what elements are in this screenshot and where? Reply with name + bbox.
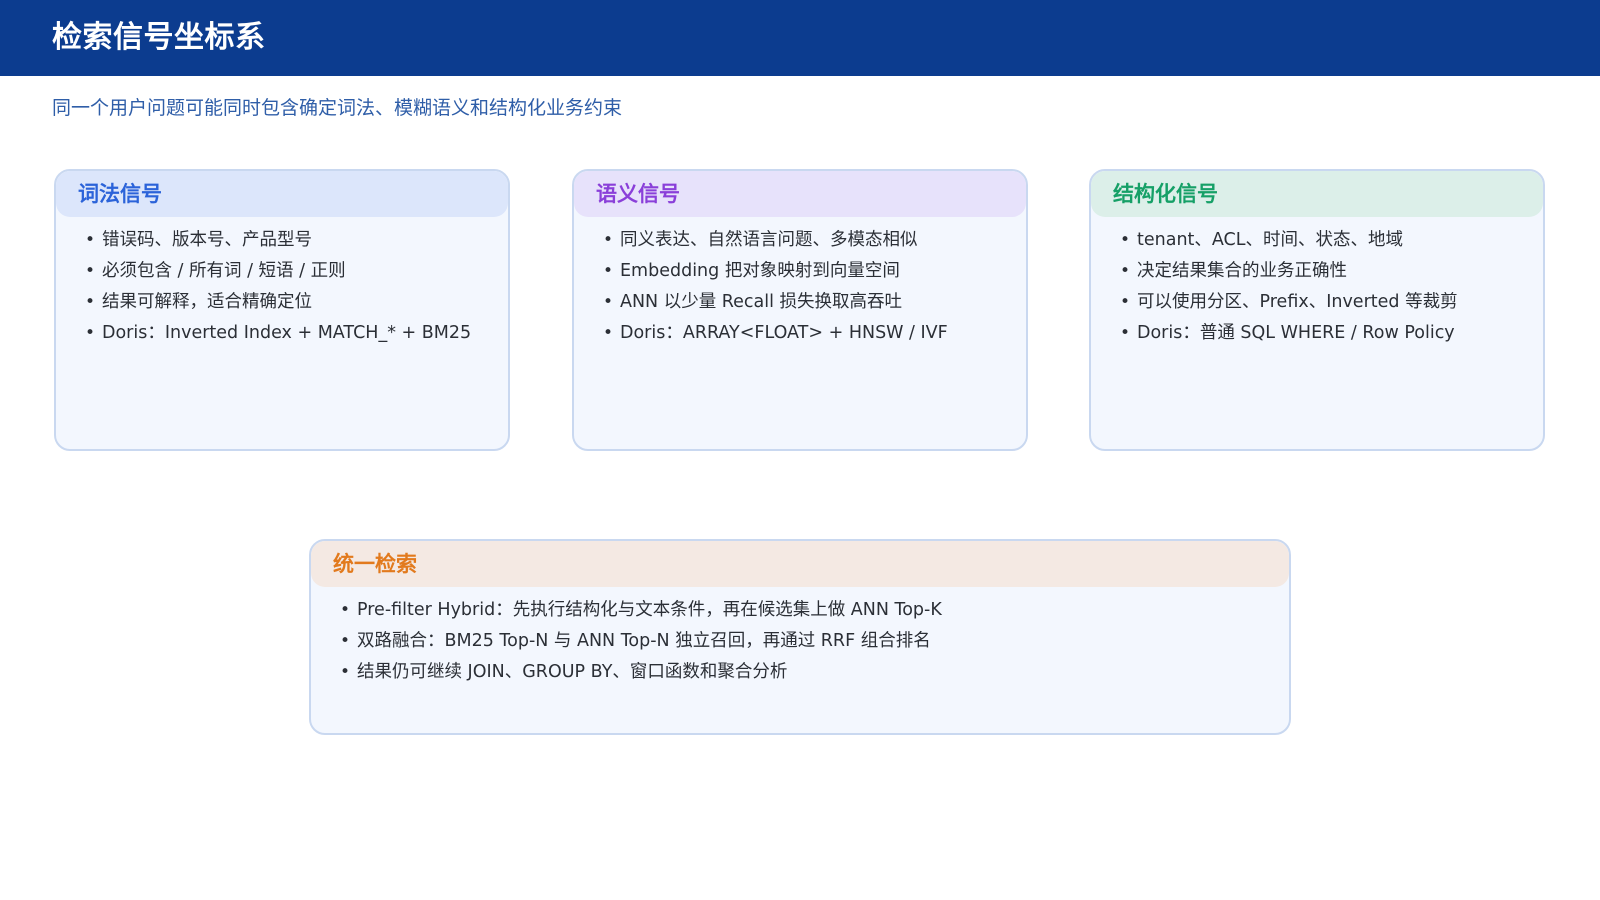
list-item: • 必须包含 / 所有词 / 短语 / 正则	[56, 256, 508, 287]
list-item: • Doris：ARRAY<FLOAT> + HNSW / IVF	[574, 318, 1026, 349]
bullet-icon: •	[1120, 230, 1131, 250]
list-item-text: Doris：ARRAY<FLOAT> + HNSW / IVF	[620, 323, 948, 343]
card-title: 语义信号	[574, 171, 1026, 217]
list-item: • Doris：Inverted Index + MATCH_* + BM25	[56, 318, 508, 349]
card-semantic-signal: 语义信号 • 同义表达、自然语言问题、多模态相似 • Embedding 把对象映射…	[572, 169, 1028, 451]
bullet-icon: •	[340, 631, 351, 651]
bullet-icon: •	[603, 261, 614, 281]
list-item: • Pre-filter Hybrid：先执行结构化与文本条件，再在候选集上做 A…	[311, 595, 1289, 626]
list-item: • tenant、ACL、时间、状态、地域	[1091, 225, 1543, 256]
card-item-list: • tenant、ACL、时间、状态、地域 • 决定结果集合的业务正确性 • 可以使用…	[1091, 217, 1543, 349]
page-title: 检索信号坐标系	[52, 20, 266, 55]
list-item-text: 同义表达、自然语言问题、多模态相似	[620, 230, 918, 250]
bullet-icon: •	[603, 230, 614, 250]
bullet-icon: •	[1120, 323, 1131, 343]
card-structured-signal: 结构化信号 • tenant、ACL、时间、状态、地域 • 决定结果集合的业务正确性…	[1089, 169, 1545, 451]
card-title: 结构化信号	[1091, 171, 1543, 217]
bullet-icon: •	[85, 323, 96, 343]
list-item-text: 结果可解释，适合精确定位	[102, 292, 312, 312]
list-item-text: 错误码、版本号、产品型号	[102, 230, 312, 250]
bullet-icon: •	[85, 261, 96, 281]
list-item: • 双路融合：BM25 Top-N 与 ANN Top-N 独立召回，再通过 RR…	[311, 626, 1289, 657]
header-bar: 检索信号坐标系	[0, 0, 1600, 76]
list-item-text: 结果仍可继续 JOIN、GROUP BY、窗口函数和聚合分析	[357, 662, 788, 682]
bullet-icon: •	[340, 600, 351, 620]
bullet-icon: •	[603, 323, 614, 343]
list-item-text: Doris：普通 SQL WHERE / Row Policy	[1137, 323, 1455, 343]
list-item-text: Pre-filter Hybrid：先执行结构化与文本条件，再在候选集上做 AN…	[357, 600, 942, 620]
list-item: • Doris：普通 SQL WHERE / Row Policy	[1091, 318, 1543, 349]
list-item-text: 决定结果集合的业务正确性	[1137, 261, 1347, 281]
bullet-icon: •	[1120, 292, 1131, 312]
card-title: 词法信号	[56, 171, 508, 217]
list-item-text: 双路融合：BM25 Top-N 与 ANN Top-N 独立召回，再通过 RRF…	[357, 631, 931, 651]
list-item-text: 必须包含 / 所有词 / 短语 / 正则	[102, 261, 346, 281]
list-item-text: tenant、ACL、时间、状态、地域	[1137, 230, 1404, 250]
bullet-icon: •	[1120, 261, 1131, 281]
bullet-icon: •	[603, 292, 614, 312]
list-item: • 错误码、版本号、产品型号	[56, 225, 508, 256]
bullet-icon: •	[85, 230, 96, 250]
list-item: • 同义表达、自然语言问题、多模态相似	[574, 225, 1026, 256]
card-unified-retrieval: 统一检索 • Pre-filter Hybrid：先执行结构化与文本条件，再在候选…	[309, 539, 1291, 735]
page-subtitle: 同一个用户问题可能同时包含确定词法、模糊语义和结构化业务约束	[52, 97, 623, 119]
card-title: 统一检索	[311, 541, 1289, 587]
card-item-list: • Pre-filter Hybrid：先执行结构化与文本条件，再在候选集上做 A…	[311, 587, 1289, 688]
list-item: • 结果仍可继续 JOIN、GROUP BY、窗口函数和聚合分析	[311, 657, 1289, 688]
list-item: • 结果可解释，适合精确定位	[56, 287, 508, 318]
list-item: • Embedding 把对象映射到向量空间	[574, 256, 1026, 287]
list-item: • 可以使用分区、Prefix、Inverted 等裁剪	[1091, 287, 1543, 318]
list-item: • 决定结果集合的业务正确性	[1091, 256, 1543, 287]
list-item-text: ANN 以少量 Recall 损失换取高吞吐	[620, 292, 903, 312]
card-item-list: • 错误码、版本号、产品型号 • 必须包含 / 所有词 / 短语 / 正则 • 结果可…	[56, 217, 508, 349]
list-item-text: Doris：Inverted Index + MATCH_* + BM25	[102, 323, 472, 343]
bullet-icon: •	[340, 662, 351, 682]
list-item-text: 可以使用分区、Prefix、Inverted 等裁剪	[1137, 292, 1458, 312]
list-item-text: Embedding 把对象映射到向量空间	[620, 261, 900, 281]
bullet-icon: •	[85, 292, 96, 312]
list-item: • ANN 以少量 Recall 损失换取高吞吐	[574, 287, 1026, 318]
card-item-list: • 同义表达、自然语言问题、多模态相似 • Embedding 把对象映射到向量空间…	[574, 217, 1026, 349]
card-lexical-signal: 词法信号 • 错误码、版本号、产品型号 • 必须包含 / 所有词 / 短语 / 正则…	[54, 169, 510, 451]
